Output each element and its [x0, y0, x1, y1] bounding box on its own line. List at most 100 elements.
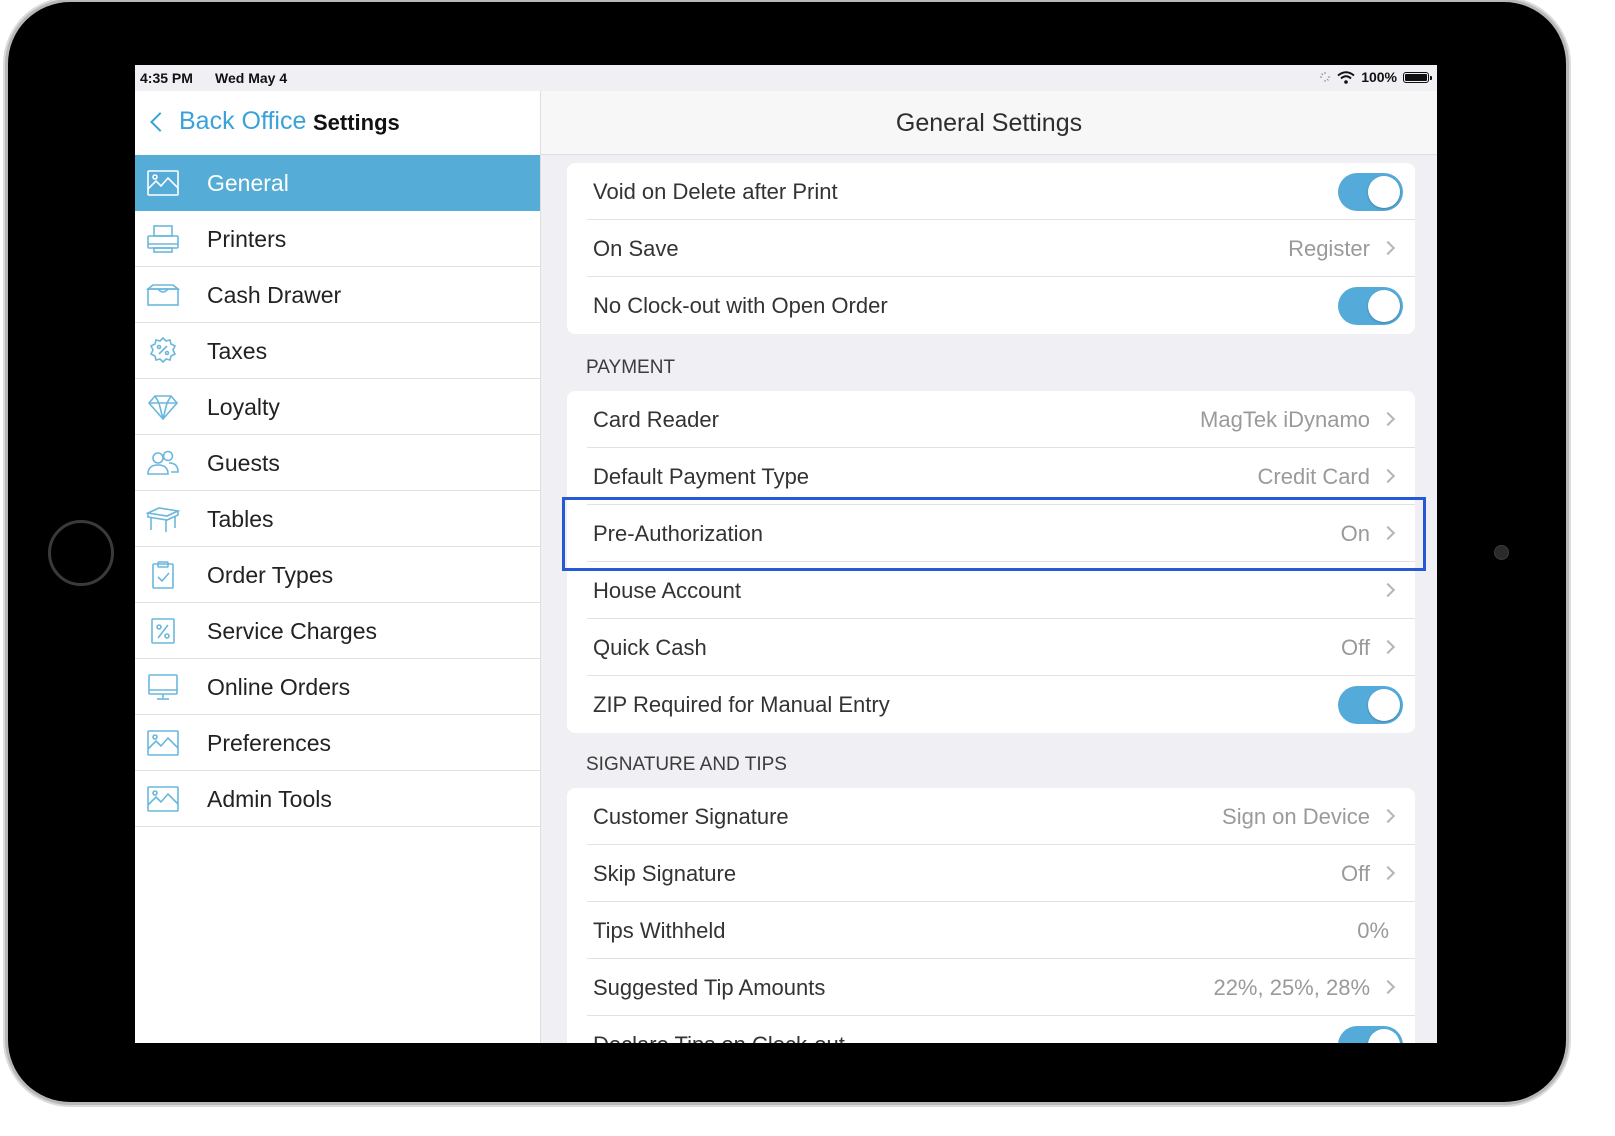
setting-row-on-save[interactable]: On Save Register: [567, 220, 1415, 277]
no-clock-out-with-open-order-toggle[interactable]: [1338, 287, 1403, 325]
setting-label: Pre-Authorization: [593, 520, 763, 546]
setting-row-quick-cash[interactable]: Quick Cash Off: [567, 619, 1415, 676]
setting-label: House Account: [593, 577, 741, 603]
chevron-left-icon: [150, 111, 170, 132]
status-date: Wed May 4: [215, 70, 288, 86]
printer-icon-svg: [147, 225, 179, 253]
sidebar-item-loyalty[interactable]: Loyalty: [135, 379, 540, 435]
sidebar-item-online-orders[interactable]: Online Orders: [135, 659, 540, 715]
home-button[interactable]: [48, 520, 114, 586]
battery-icon: [1403, 71, 1432, 83]
sidebar-item-general[interactable]: General: [135, 155, 540, 211]
setting-label: Customer Signature: [593, 803, 789, 829]
sidebar: Back Office Settings General Printers Cash…: [135, 91, 541, 1043]
setting-row-customer-signature[interactable]: Customer Signature Sign on Device: [567, 788, 1415, 845]
chevron-right-icon: [1380, 525, 1396, 541]
void-on-delete-after-print-toggle[interactable]: [1338, 173, 1403, 211]
diamond-icon: [143, 390, 183, 424]
sidebar-item-label: Guests: [207, 449, 280, 476]
setting-row-zip-required-for-manual-entry[interactable]: ZIP Required for Manual Entry: [567, 676, 1415, 733]
sidebar-item-label: General: [207, 169, 289, 196]
setting-label: Card Reader: [593, 406, 719, 432]
preferences-icon-svg: [147, 730, 179, 756]
chevron-right-icon: [1380, 411, 1396, 427]
wifi-icon: [1337, 70, 1355, 84]
setting-row-declare-tips-on-clock-out[interactable]: Declare Tips on Clock-out: [567, 1016, 1415, 1043]
chevron-right-icon: [1380, 639, 1396, 655]
sidebar-item-label: Order Types: [207, 561, 334, 588]
setting-label: Default Payment Type: [593, 463, 810, 489]
activity-icon: [1320, 72, 1331, 82]
taxes-icon-svg: [149, 336, 177, 364]
sidebar-menu: General Printers Cash Drawer Taxes Loyalty Gu…: [135, 155, 540, 827]
setting-label: Quick Cash: [593, 634, 707, 660]
sidebar-item-label: Loyalty: [207, 393, 280, 420]
setting-value: 22%, 25%, 28%: [1213, 974, 1370, 1000]
setting-row-no-clock-out-with-open-order[interactable]: No Clock-out with Open Order: [567, 277, 1415, 334]
status-time: 4:35 PM: [140, 70, 193, 86]
sidebar-item-label: Admin Tools: [207, 785, 332, 812]
sidebar-nav-bar: Back Office Settings: [135, 91, 540, 155]
cash-drawer-icon-svg: [145, 284, 181, 306]
setting-value: Off: [1341, 860, 1370, 886]
setting-row-suggested-tip-amounts[interactable]: Suggested Tip Amounts 22%, 25%, 28%: [567, 959, 1415, 1016]
payment-settings-group: Card Reader MagTek iDynamo Default Payment…: [567, 391, 1415, 733]
sidebar-item-order-types[interactable]: Order Types: [135, 547, 540, 603]
sidebar-item-label: Taxes: [207, 337, 268, 364]
table-icon-svg: [145, 507, 181, 532]
page-title: General Settings: [541, 91, 1437, 155]
setting-value: Credit Card: [1257, 463, 1370, 489]
sidebar-item-preferences[interactable]: Preferences: [135, 715, 540, 771]
sidebar-item-printers[interactable]: Printers: [135, 211, 540, 267]
setting-value: Register: [1288, 235, 1370, 261]
setting-label: Tips Withheld: [593, 917, 726, 943]
setting-value: 0%: [1357, 917, 1389, 943]
setting-label: On Save: [593, 235, 679, 261]
setting-label: ZIP Required for Manual Entry: [593, 691, 890, 717]
printer-icon: [143, 222, 183, 256]
back-office-button[interactable]: Back Office: [149, 107, 306, 136]
setting-label: No Clock-out with Open Order: [593, 292, 888, 318]
table-icon: [143, 502, 183, 536]
battery-percent: 100%: [1361, 69, 1397, 85]
declare-tips-on-clock-out-toggle[interactable]: [1338, 1026, 1403, 1043]
cash-drawer-icon: [143, 278, 183, 312]
sidebar-item-label: Cash Drawer: [207, 281, 342, 308]
setting-label: Void on Delete after Print: [593, 178, 838, 204]
preferences-icon: [143, 726, 183, 760]
setting-label: Skip Signature: [593, 860, 737, 886]
setting-value: On: [1340, 520, 1370, 546]
sidebar-item-taxes[interactable]: Taxes: [135, 323, 540, 379]
setting-row-default-payment-type[interactable]: Default Payment Type Credit Card: [567, 448, 1415, 505]
monitor-icon-svg: [148, 674, 178, 700]
general-icon: [143, 166, 183, 200]
setting-row-house-account[interactable]: House Account: [567, 562, 1415, 619]
guests-icon: [143, 446, 183, 480]
clipboard-icon: [143, 558, 183, 592]
setting-row-tips-withheld[interactable]: Tips Withheld 0%: [567, 902, 1415, 959]
sidebar-item-label: Online Orders: [207, 673, 351, 700]
diamond-icon-svg: [147, 395, 179, 421]
zip-required-for-manual-entry-toggle[interactable]: [1338, 686, 1403, 724]
signature-section-header: SIGNATURE AND TIPS: [586, 754, 787, 775]
signature-settings-group: Customer Signature Sign on Device Skip Sig…: [567, 788, 1415, 1043]
setting-row-skip-signature[interactable]: Skip Signature Off: [567, 845, 1415, 902]
sidebar-item-label: Printers: [207, 225, 287, 252]
guests-icon-svg: [147, 450, 179, 475]
sidebar-item-service-charges[interactable]: Service Charges: [135, 603, 540, 659]
payment-section-header: PAYMENT: [586, 357, 676, 378]
sidebar-item-tables[interactable]: Tables: [135, 491, 540, 547]
chevron-right-icon: [1380, 865, 1396, 881]
clipboard-icon-svg: [152, 561, 174, 589]
setting-row-void-on-delete-after-print[interactable]: Void on Delete after Print: [567, 163, 1415, 220]
sidebar-title: Settings: [313, 110, 400, 135]
sidebar-item-cash-drawer[interactable]: Cash Drawer: [135, 267, 540, 323]
setting-row-card-reader[interactable]: Card Reader MagTek iDynamo: [567, 391, 1415, 448]
setting-label: Suggested Tip Amounts: [593, 974, 826, 1000]
chevron-right-icon: [1380, 468, 1396, 484]
sidebar-item-admin-tools[interactable]: Admin Tools: [135, 771, 540, 827]
setting-row-pre-authorization[interactable]: Pre-Authorization On: [567, 505, 1415, 562]
sidebar-item-guests[interactable]: Guests: [135, 435, 540, 491]
general-icon-svg: [147, 170, 179, 196]
percent-icon-svg: [151, 618, 175, 644]
